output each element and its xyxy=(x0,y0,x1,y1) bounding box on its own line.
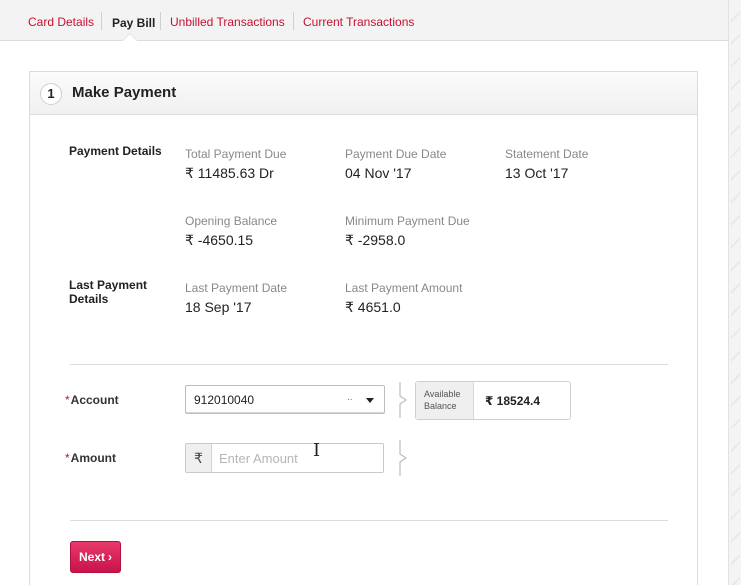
tab-separator xyxy=(101,12,102,30)
total-payment-due-label: Total Payment Due xyxy=(185,147,287,161)
total-payment-due-value: ₹ 11485.63 Dr xyxy=(185,165,274,181)
last-payment-heading-line2: Details xyxy=(69,292,109,306)
tab-current-transactions[interactable]: Current Transactions xyxy=(303,15,414,29)
available-balance-label-line2: Balance xyxy=(424,401,457,411)
amount-label: *Amount xyxy=(65,451,116,465)
account-select[interactable]: 912010040 .. xyxy=(185,385,385,414)
make-payment-panel: 1 Make Payment Payment Details Total Pay… xyxy=(29,71,698,585)
statement-date-value: 13 Oct '17 xyxy=(505,165,569,181)
statement-date-label: Statement Date xyxy=(505,147,589,161)
available-balance-box: Available Balance ₹ 18524.4 xyxy=(415,381,571,420)
panel-header: 1 Make Payment xyxy=(30,72,697,115)
payment-due-date-value: 04 Nov '17 xyxy=(345,165,412,181)
panel-title: Make Payment xyxy=(72,84,177,101)
active-tab-pointer-fill xyxy=(123,34,137,41)
tab-unbilled-transactions[interactable]: Unbilled Transactions xyxy=(170,15,285,29)
amount-input[interactable] xyxy=(213,444,383,472)
chevron-right-icon: › xyxy=(108,550,112,564)
last-payment-amount-label: Last Payment Amount xyxy=(345,281,463,295)
available-balance-value: ₹ 18524.4 xyxy=(485,394,541,408)
last-payment-date-value: 18 Sep '17 xyxy=(185,299,252,315)
required-asterisk: * xyxy=(65,393,70,407)
last-payment-details-heading: Last Payment Details xyxy=(69,278,147,306)
next-button-label: Next xyxy=(78,550,105,564)
payment-due-date-label: Payment Due Date xyxy=(345,147,447,161)
amount-field: ₹ xyxy=(185,443,384,473)
account-label: *Account xyxy=(65,393,119,407)
available-balance-label: Available Balance xyxy=(416,382,474,419)
payment-details-heading: Payment Details xyxy=(69,144,162,158)
tab-bar: Card Details Pay Bill Unbilled Transacti… xyxy=(0,0,728,41)
brace-connector-icon xyxy=(399,440,407,476)
opening-balance-label: Opening Balance xyxy=(185,214,278,228)
text-cursor-icon: I xyxy=(313,440,321,461)
amount-label-text: Amount xyxy=(70,451,116,465)
next-button[interactable]: Next › xyxy=(70,541,121,573)
section-divider xyxy=(70,520,668,521)
account-select-ellipsis: .. xyxy=(347,392,353,403)
tab-card-details[interactable]: Card Details xyxy=(28,15,94,29)
right-scroll-edge xyxy=(728,0,741,585)
account-label-text: Account xyxy=(70,393,119,407)
required-asterisk: * xyxy=(65,451,70,465)
tab-separator xyxy=(293,12,294,30)
section-divider xyxy=(70,364,668,365)
step-number-badge: 1 xyxy=(40,83,62,105)
tab-separator xyxy=(160,12,161,30)
caret-down-icon xyxy=(366,398,374,403)
last-payment-heading-line1: Last Payment xyxy=(69,278,148,292)
brace-connector-icon xyxy=(399,382,407,418)
opening-balance-value: ₹ -4650.15 xyxy=(185,232,254,248)
tab-pay-bill[interactable]: Pay Bill xyxy=(112,16,155,30)
minimum-payment-due-value: ₹ -2958.0 xyxy=(345,232,406,248)
rupee-icon: ₹ xyxy=(186,444,212,472)
last-payment-amount-value: ₹ 4651.0 xyxy=(345,299,401,315)
minimum-payment-due-label: Minimum Payment Due xyxy=(345,214,470,228)
available-balance-label-line1: Available xyxy=(424,389,461,399)
last-payment-date-label: Last Payment Date xyxy=(185,281,288,295)
account-select-value: 912010040 xyxy=(194,393,255,407)
